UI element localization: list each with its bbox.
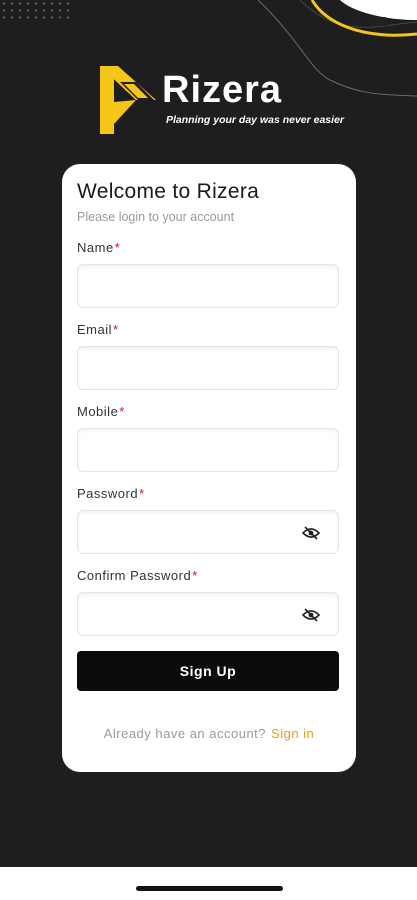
password-label-text: Password [77, 486, 139, 501]
app-screen: 3:33 Rizera Planning your day was never … [0, 0, 417, 867]
confirm-password-input[interactable] [77, 592, 339, 636]
eye-off-icon[interactable] [302, 526, 320, 540]
email-input[interactable] [77, 346, 339, 390]
card-title: Welcome to Rizera [77, 180, 260, 203]
confirm-password-label: Confirm Password* [77, 568, 198, 583]
mobile-label-text: Mobile [77, 404, 119, 419]
mobile-label: Mobile* [77, 404, 125, 419]
status-time: 3:33 [44, 14, 77, 30]
battery-icon [369, 16, 387, 26]
confirm-password-label-text: Confirm Password [77, 568, 192, 583]
password-input[interactable] [77, 510, 339, 554]
brand-tagline: Planning your day was never easier [166, 114, 344, 126]
eye-off-icon[interactable] [302, 608, 320, 622]
password-label: Password* [77, 486, 145, 501]
card-subtitle: Please login to your account [77, 210, 235, 224]
signup-button[interactable]: Sign Up [77, 651, 339, 691]
signin-prompt-text: Already have an account? [103, 726, 267, 741]
signin-link[interactable]: Sign in [271, 726, 314, 741]
signup-card: Welcome to Rizera Please login to your a… [62, 164, 356, 772]
brand-name: Rizera [162, 69, 283, 111]
name-label: Name* [77, 240, 120, 255]
name-label-text: Name [77, 240, 114, 255]
mobile-input[interactable] [77, 428, 339, 472]
name-input[interactable] [77, 264, 339, 308]
brand-logo: Rizera Planning your day was never easie… [96, 62, 344, 142]
home-indicator[interactable] [136, 886, 283, 891]
required-mark: * [114, 240, 121, 255]
email-label-text: Email [77, 322, 113, 337]
required-mark: * [119, 404, 125, 419]
wifi-icon [349, 16, 363, 26]
required-mark: * [113, 322, 119, 337]
status-icons [349, 16, 387, 26]
email-label: Email* [77, 322, 119, 337]
required-mark: * [139, 486, 145, 501]
rizera-logo-mark-icon [100, 66, 156, 134]
required-mark: * [192, 568, 198, 583]
signin-prompt: Already have an account? Sign in [62, 726, 356, 741]
